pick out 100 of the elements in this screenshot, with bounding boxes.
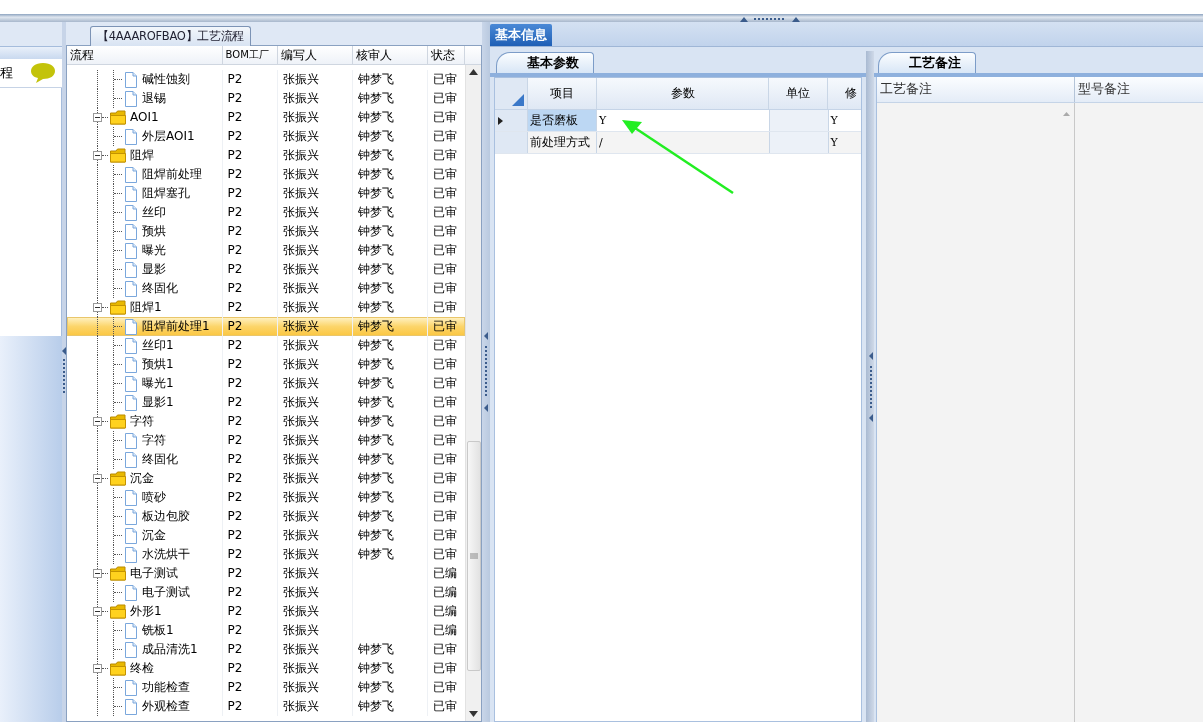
tree-item[interactable]: 退锡 (142, 89, 166, 108)
tree-item[interactable]: 曝光1 (142, 374, 174, 393)
tree-item[interactable]: 外观检查 (142, 697, 190, 716)
tree-item[interactable]: 阻焊1 (130, 298, 162, 317)
tree-item[interactable]: 电子测试 (130, 564, 178, 583)
collapse-icon[interactable] (93, 607, 102, 616)
tree-item[interactable]: 喷砂 (142, 488, 166, 507)
tree-item[interactable]: 板边包胶 (142, 507, 190, 526)
collapse-icon[interactable] (93, 303, 102, 312)
document-icon (124, 489, 137, 506)
table-cell: 已审 (433, 186, 458, 200)
tree-item[interactable]: 水洗烘干 (142, 545, 190, 564)
tab[interactable]: 基本信息 (490, 24, 552, 46)
tree-item[interactable]: 阻焊 (130, 146, 154, 165)
collapse-icon[interactable] (93, 151, 102, 160)
document-icon (124, 356, 137, 373)
tree-item[interactable]: 显影 (142, 260, 166, 279)
document-icon (124, 204, 137, 221)
column-header[interactable]: 修 (845, 85, 858, 102)
table-cell: P2 (227, 243, 243, 257)
tree-item[interactable]: 阻焊前处理 (142, 165, 202, 184)
document-icon (124, 641, 137, 658)
row-header[interactable] (495, 110, 529, 131)
scrollbar[interactable] (465, 65, 481, 721)
column-header[interactable]: 单位 (786, 85, 811, 102)
sidebar-label: 程 (0, 64, 13, 82)
column-header[interactable]: 参数 (670, 85, 695, 102)
tree-item[interactable]: AOI1 (130, 108, 159, 127)
folder-icon (110, 414, 126, 429)
folder-icon (110, 471, 126, 486)
document-icon (124, 223, 137, 240)
tree-item[interactable]: 丝印 (142, 203, 166, 222)
column-header[interactable]: 状态 (428, 46, 465, 64)
tree-item[interactable]: 字符 (130, 412, 154, 431)
document-icon (124, 546, 137, 563)
collapse-icon[interactable] (93, 417, 102, 426)
splitter-handle-icon[interactable] (483, 332, 489, 412)
table-cell: 已审 (433, 148, 458, 162)
document-icon (124, 698, 137, 715)
collapse-icon[interactable] (93, 474, 102, 483)
tree-item[interactable]: 外形1 (130, 602, 162, 621)
column-header[interactable]: 核审人 (353, 46, 429, 64)
tree-item[interactable]: 预烘 (142, 222, 166, 241)
column-header[interactable]: 流程 (67, 46, 223, 64)
tree-item[interactable]: 显影1 (142, 393, 174, 412)
table-cell[interactable] (769, 132, 829, 153)
tree-item[interactable]: 成品清洗1 (142, 640, 198, 659)
collapse-icon[interactable] (93, 569, 102, 578)
column-header[interactable]: 工艺备注 (880, 81, 932, 98)
table-cell: 张振兴 (283, 414, 320, 428)
tab[interactable]: 基本参数 (496, 52, 594, 73)
table-cell: 钟梦飞 (358, 205, 395, 219)
tree-item[interactable]: 阻焊塞孔 (142, 184, 190, 203)
scroll-down-icon[interactable] (469, 711, 478, 717)
table-cell: 张振兴 (283, 205, 320, 219)
table-cell: P2 (227, 319, 243, 333)
tree-item[interactable]: 铣板1 (142, 621, 174, 640)
corner-icon (512, 94, 525, 106)
table-cell[interactable]: Y (828, 110, 861, 131)
table-cell: P2 (227, 262, 243, 276)
tree-item[interactable]: 外层AOI1 (142, 127, 195, 146)
grip-icon (469, 553, 478, 559)
table-cell: 钟梦飞 (358, 186, 395, 200)
table-cell: 已审 (433, 110, 458, 124)
tree-item[interactable]: 终固化 (142, 450, 178, 469)
tree-item[interactable]: 预烘1 (142, 355, 174, 374)
table-cell: 已审 (433, 509, 458, 523)
tree-item[interactable]: 终固化 (142, 279, 178, 298)
column-header[interactable]: BOM工厂 (222, 46, 279, 64)
tree-item[interactable]: 功能检查 (142, 678, 190, 697)
column-header[interactable]: 项目 (550, 85, 575, 102)
splitter-handle-icon[interactable] (867, 351, 873, 422)
tree-item[interactable]: 沉金 (130, 469, 154, 488)
table-cell[interactable]: Y (828, 132, 861, 153)
table-cell: P2 (227, 471, 243, 485)
column-header[interactable]: 型号备注 (1078, 81, 1130, 98)
table-cell: 已审 (433, 319, 458, 333)
tree-item[interactable]: 沉金 (142, 526, 166, 545)
table-cell: 张振兴 (283, 585, 320, 599)
tree-item[interactable]: 碱性蚀刻 (142, 70, 190, 89)
tab[interactable]: 工艺备注 (878, 52, 976, 73)
scroll-up-icon[interactable] (469, 69, 478, 75)
tree-item[interactable]: 电子测试 (142, 583, 190, 602)
tree-item[interactable]: 终检 (130, 659, 154, 678)
table-row[interactable]: 是否磨板 Y Y (495, 110, 861, 132)
tree-item[interactable]: 丝印1 (142, 336, 174, 355)
table-cell[interactable] (769, 110, 829, 131)
tree-item[interactable]: 字符 (142, 431, 166, 450)
sidebar-item[interactable]: 程 (0, 59, 62, 88)
table-row[interactable]: 前处理方式 / Y (495, 132, 861, 154)
tree-item[interactable]: 阻焊前处理1 (142, 317, 210, 336)
table-cell: 已编 (433, 623, 458, 637)
scrollbar-thumb[interactable] (466, 441, 481, 671)
collapse-icon[interactable] (93, 113, 102, 122)
collapse-icon[interactable] (93, 664, 102, 673)
splitter-handle-icon[interactable] (740, 16, 800, 22)
table-cell: 已审 (433, 528, 458, 542)
table-cell: P2 (227, 224, 243, 238)
tree-item[interactable]: 曝光 (142, 241, 166, 260)
column-header[interactable]: 编写人 (278, 46, 354, 64)
